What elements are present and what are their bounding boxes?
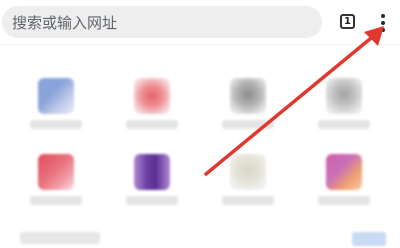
search-input[interactable]: [12, 13, 312, 33]
shortcut-icon: [134, 154, 170, 190]
shortcut-label-placeholder: [30, 120, 82, 129]
shortcut-icon: [38, 78, 74, 114]
divider: [0, 44, 400, 45]
footer-button-placeholder[interactable]: [352, 232, 386, 246]
shortcut-tile[interactable]: [304, 140, 384, 210]
shortcut-icon: [230, 78, 266, 114]
shortcut-label-placeholder: [30, 196, 82, 205]
shortcut-tile[interactable]: [208, 140, 288, 210]
shortcut-label-placeholder: [318, 120, 370, 129]
shortcut-icon: [326, 154, 362, 190]
shortcut-tile[interactable]: [304, 64, 384, 134]
browser-new-tab-page: 1: [0, 0, 400, 248]
shortcut-label-placeholder: [318, 196, 370, 205]
shortcut-icon: [230, 154, 266, 190]
shortcut-tile[interactable]: [16, 140, 96, 210]
shortcut-tile[interactable]: [208, 64, 288, 134]
search-bar[interactable]: [2, 6, 322, 38]
shortcut-icon: [134, 78, 170, 114]
shortcut-label-placeholder: [126, 120, 178, 129]
shortcut-icon: [38, 154, 74, 190]
shortcut-label-placeholder: [222, 120, 274, 129]
shortcut-tile[interactable]: [112, 64, 192, 134]
tab-switcher-button[interactable]: 1: [340, 14, 355, 29]
shortcut-tile[interactable]: [16, 64, 96, 134]
footer-text-placeholder: [20, 232, 100, 244]
shortcut-label-placeholder: [126, 196, 178, 205]
shortcut-label-placeholder: [222, 196, 274, 205]
shortcut-icon: [326, 78, 362, 114]
shortcut-tile[interactable]: [112, 140, 192, 210]
menu-button[interactable]: [373, 10, 393, 34]
tab-count: 1: [344, 16, 351, 27]
top-toolbar: 1: [0, 0, 400, 44]
